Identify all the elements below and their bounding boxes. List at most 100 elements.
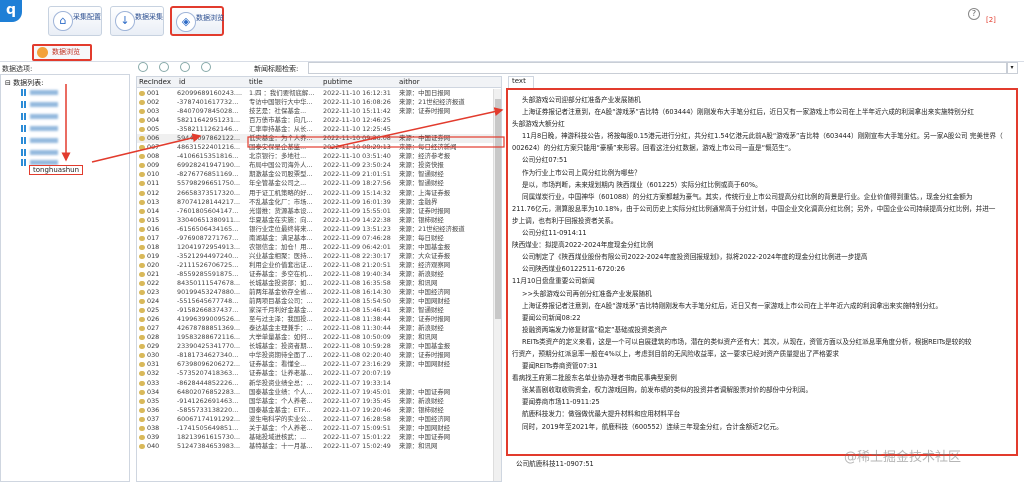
tree-item[interactable] <box>21 125 59 133</box>
collect-config-button[interactable]: ⌂ 采集配置 <box>48 6 102 36</box>
table-row[interactable]: 030 -8181734627340... 中华投资期待全面了... 2022-11-… <box>137 351 493 360</box>
app-window: q ⌂ 采集配置 ↓ 数据采集 ◈ 数据浏览 ? [2] 数据浏览 数据选项: … <box>0 0 1024 482</box>
table-row[interactable]: 039 18213961615730... 基础投域进核武：... 2022-11-0… <box>137 432 493 442</box>
tree-item[interactable] <box>21 101 59 109</box>
table-scrollbar[interactable] <box>493 89 501 481</box>
table-row[interactable]: 035 -9141262691463... 国华基金：个人养老... 2022-11-… <box>137 396 493 406</box>
table-row[interactable]: 028 19583288672116... 大举单量基金：如何... 2022-11-… <box>137 333 493 342</box>
table-row[interactable]: 036 -5855733138220... 国泰基金基金：ETF... 2022-11… <box>137 406 493 415</box>
table-cell: 2022-11-10 15:11:42 <box>323 107 391 116</box>
table-cell: 来源：中国网财经 <box>399 297 451 306</box>
table-cell: 来源：智通财经 <box>399 170 444 179</box>
table-cell: 024 <box>147 297 160 306</box>
table-row[interactable]: 040 51247384653983... 基特基金：十一月基... 2022-11-… <box>137 442 493 451</box>
refresh-icon[interactable] <box>138 62 148 72</box>
table-row[interactable]: 010 -8276776851169... 期激基金公司股票型... 2022-11-… <box>137 170 493 179</box>
table-row[interactable]: 016 -6156506434165... 银行业定位最终将来... 2022-11-… <box>137 225 493 234</box>
table-row[interactable]: 011 55798296651750... 年全管基金公司之... 2022-11-0… <box>137 179 493 189</box>
col-pubtime[interactable]: pubtime <box>323 78 352 86</box>
table-row[interactable]: 001 62099689160243.... 1.四 ：我们要彻底解... 2022-… <box>137 89 493 99</box>
table-cell: 光谱推：货源基本设... <box>249 206 313 215</box>
table-cell: -6156506434165... <box>177 224 239 233</box>
sync-icon[interactable] <box>180 62 190 72</box>
table-cell: 2022-11-09 15:55:01 <box>323 206 391 215</box>
table-cell: 基特基金：十一月基... <box>249 441 313 450</box>
table-row[interactable]: 003 -8407097845028... 技艺是：社保基金... 2022-11-1… <box>137 107 493 117</box>
record-icon <box>139 127 145 133</box>
table-cell: 国泰基金业绩：个人... <box>249 387 313 396</box>
browse-tab-button[interactable]: 数据浏览 <box>32 44 92 61</box>
table-row[interactable]: 018 12041972954913... 农银信金：加仓！用... 2022-11-… <box>137 243 493 252</box>
record-icon <box>139 244 145 250</box>
table-row[interactable]: 008 -4106615351816... 北京银行：多地社... 2022-11-1… <box>137 152 493 161</box>
table-row[interactable]: 031 67398096206272... 证券基金：看懂全... 2022-11-0… <box>137 360 493 370</box>
article-line: 行资产，预期分红派息率一般在4%以上，考虑到目前的无风险收益率，这一要求已经对资… <box>512 349 839 358</box>
table-row[interactable]: 033 -8628444852226... 新华投资业绩全总：... 2022-11-… <box>137 378 493 388</box>
table-row[interactable]: 019 -3521294497240... 兴业基金相聚：医持... 2022-11-… <box>137 251 493 261</box>
article-line: 头部游戏大额分红 <box>512 120 565 129</box>
table-row[interactable]: 026 41996399009526... 至与过主泽：我国投... 2022-11-… <box>137 315 493 324</box>
tree-root[interactable]: ⊟ 数据列表: <box>5 78 43 88</box>
table-row[interactable]: 027 42678788851369... 泰达基金主理兼手：... 2022-11-… <box>137 324 493 334</box>
table-row[interactable]: 024 -5515645677748... 前两项目基金公司：... 2022-11-… <box>137 297 493 306</box>
table-cell: 037 <box>147 414 160 423</box>
record-icon <box>139 208 145 214</box>
table-row[interactable]: 037 60067174191292... 波生电科学的实业公... 2022-11-… <box>137 414 493 424</box>
chevron-down-icon[interactable]: ▾ <box>1006 62 1018 74</box>
table-row[interactable]: 005 -3582111262146... 汇率审持基金：从长... 2022-11-… <box>137 125 493 135</box>
article-line: 11月10日盘盘重要公司新闻 <box>512 277 595 286</box>
tab-text[interactable]: text <box>508 76 534 88</box>
table-cell: -5735207418363... <box>177 369 239 378</box>
table-row[interactable]: 007 48631522401216... 国泰安保星企基监... 2022-11-1… <box>137 143 493 153</box>
article-line: 公司制定了《陕西煤业股份有限公司2022-2024年度投资回报规划》，拟将202… <box>522 253 868 262</box>
col-recindex[interactable]: RecIndex <box>139 78 171 86</box>
data-browse-button[interactable]: ◈ 数据浏览 <box>170 6 224 36</box>
table-row[interactable]: 021 -8559285591875... 证券基金：多空在机... 2022-11-… <box>137 269 493 279</box>
export-icon[interactable] <box>159 62 169 72</box>
table-row[interactable]: 009 69928241947190... 布局中国公司海外人... 2022-11-… <box>137 161 493 171</box>
table-cell: 华夏基金在实施：向... <box>249 215 313 224</box>
table-row[interactable]: 012 26658373517320... 用于证工机策略的好... 2022-11-… <box>137 189 493 198</box>
table-row[interactable]: 034 64802076852283... 国泰基金业绩：个人... 2022-11-… <box>137 388 493 397</box>
record-icon <box>139 235 145 241</box>
col-title[interactable]: title <box>249 78 263 86</box>
table-row[interactable]: 020 -2111526706725... 利用企业价值套出证... 2022-11-… <box>137 261 493 270</box>
record-icon <box>139 416 145 422</box>
table-row[interactable]: 017 -9769087271767... 南湖基金：满足基本... 2022-11-… <box>137 233 493 243</box>
tree-item[interactable] <box>21 137 59 145</box>
tree-item[interactable] <box>21 113 59 121</box>
table-row[interactable]: 014 -7601805604147... 光谱推：货源基本设... 2022-11-… <box>137 207 493 216</box>
table-row[interactable]: 004 58211642951231... 百万债市基金：向几... 2022-11-… <box>137 116 493 125</box>
table-row[interactable]: 002 -3787401617732... 专访中国银行大中华... 2022-11-… <box>137 98 493 107</box>
tree-item-tonghuashun[interactable]: tonghuashun <box>29 165 84 175</box>
table-row[interactable]: 029 23390425341770... 长城基金：投资者期... 2022-11-… <box>137 342 493 352</box>
table-cell: 来源：经济观察网 <box>399 260 451 269</box>
table-row[interactable]: 038 -1741505649851... 关于基金：个人养老... 2022-11-… <box>137 424 493 433</box>
table-row[interactable]: 032 -5735207418363... 证券基金：让养老基... 2022-11-… <box>137 369 493 378</box>
table-cell: 2022-11-07 15:01:22 <box>323 432 391 441</box>
settings-icon[interactable] <box>201 62 211 72</box>
col-author[interactable]: aithor <box>399 78 420 86</box>
table-row[interactable]: 013 87074128144217... 不乱基金化厂：市场... 2022-11-… <box>137 197 493 207</box>
tree-item[interactable] <box>21 89 59 97</box>
search-input[interactable] <box>308 62 1008 74</box>
data-collect-button[interactable]: ↓ 数据采集 <box>110 6 164 36</box>
article-text-panel[interactable]: 头部游戏公司迎部分红准备产业发展随机 上海证券报记者注意到，在A股“游戏茅”吉比特… <box>506 88 1018 456</box>
table-cell: 布局中国公司海外人... <box>249 161 313 170</box>
table-row[interactable]: 022 84350111547678... 长城基金投资部：如... 2022-11-… <box>137 279 493 288</box>
table-row[interactable]: 023 90199453247880... 前两年基金依存全省... 2022-11-… <box>137 288 493 298</box>
article-line: REITs类资产的定义来看，这是一个可以自展建筑的市场，潜在的类似资产还有大：其… <box>522 337 972 346</box>
table-cell: 用于证工机策略的好... <box>249 188 313 197</box>
table-row[interactable]: 015 33040651380911... 华夏基金在实施：向... 2022-11-… <box>137 215 493 225</box>
help-circle-icon[interactable]: ? <box>968 8 980 20</box>
table-cell: 001 <box>147 89 160 97</box>
table-cell: 009 <box>147 161 160 170</box>
table-row[interactable]: 025 -9158266837437... 家深千月利好金基金... 2022-11-… <box>137 306 493 316</box>
tree-item[interactable] <box>21 149 59 157</box>
table-cell: 来源：中国证券网 <box>399 432 451 441</box>
article-line: 公司陕西煤业60122511-6720:26 <box>522 265 625 274</box>
table-cell: 031 <box>147 360 160 369</box>
chart-icon <box>21 159 27 166</box>
col-id[interactable]: id <box>179 78 185 86</box>
table-row[interactable]: 006 59441097862122... 低实基金：为个人养... 2022-11-… <box>137 134 493 144</box>
